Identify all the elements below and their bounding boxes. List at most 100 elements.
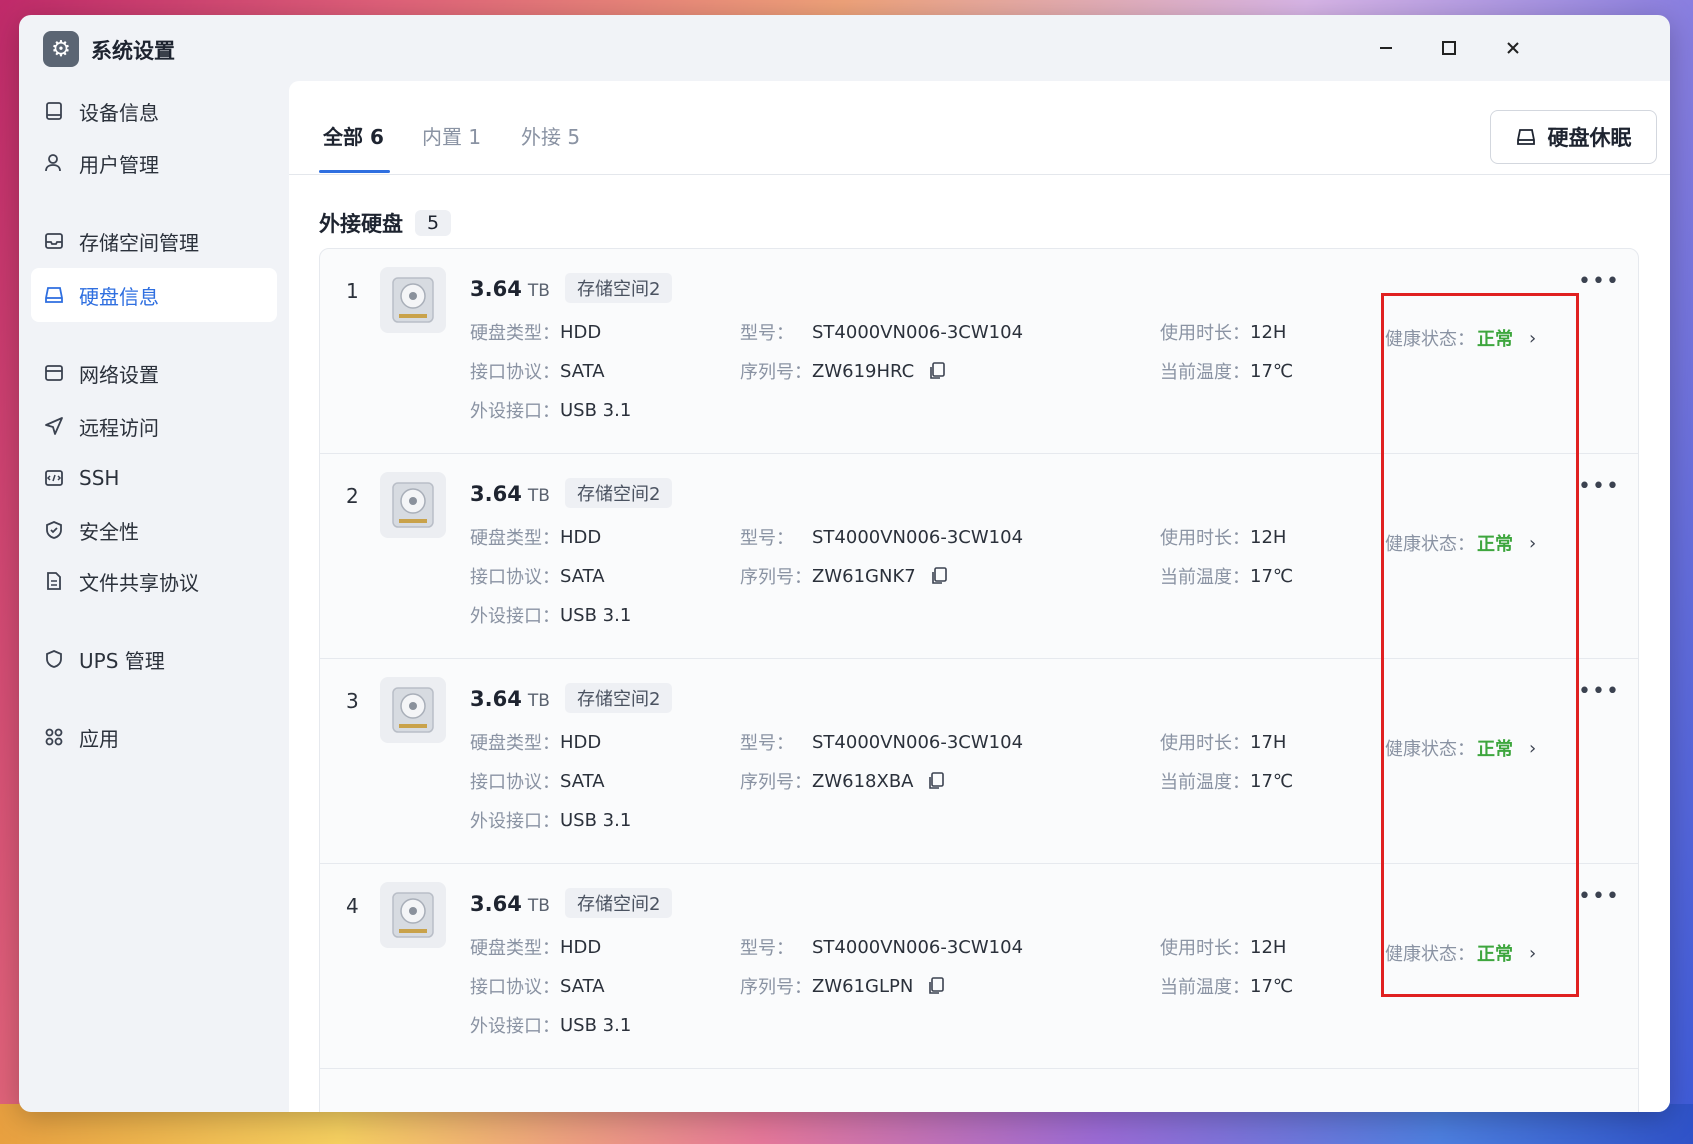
health-status[interactable]: 健康状态： 正常 ›: [1385, 530, 1536, 556]
settings-window: ⚙ 系统设置 设备信息 用户管理 存储空间管理 硬盘信息 网络设置 远程访问 S…: [19, 15, 1670, 1112]
sidebar-item-ups[interactable]: UPS 管理: [31, 632, 277, 686]
more-options-icon[interactable]: •••: [1578, 884, 1620, 909]
disk-list: 1 3.64 TB 存储空间2 硬盘类型： HDD 接口协议： SATA 外设接口： U…: [319, 248, 1639, 1112]
remote-icon: [43, 415, 65, 437]
sidebar-item-storage[interactable]: 存储空间管理: [31, 214, 277, 268]
more-options-icon[interactable]: •••: [1578, 474, 1620, 499]
disk-icon: [1516, 127, 1536, 147]
network-icon: [43, 362, 65, 384]
model-field: 型号： ST4000VN006-3CW104: [740, 731, 1024, 755]
sidebar-item-label: 网络设置: [79, 362, 159, 387]
sidebar-item-security[interactable]: 安全性: [31, 503, 277, 557]
external-port-field: 外设接口： USB 3.1: [470, 399, 632, 423]
health-status[interactable]: 健康状态： 正常 ›: [1385, 940, 1536, 966]
sidebar-item-label: 存储空间管理: [79, 230, 199, 255]
copy-icon[interactable]: [927, 771, 945, 791]
health-status[interactable]: 健康状态： 正常 ›: [1385, 325, 1536, 351]
model-field: 型号： ST4000VN006-3CW104: [740, 526, 1024, 550]
shield-icon: [43, 519, 65, 541]
temperature-field: 当前温度： 17℃: [1160, 360, 1294, 384]
tab-external[interactable]: 外接 5: [521, 121, 580, 150]
file-share-icon: [43, 570, 65, 592]
disk-icon: [43, 284, 65, 306]
external-port-field: 外设接口： USB 3.1: [470, 809, 632, 833]
disk-row: 2 3.64 TB 存储空间2 硬盘类型： HDD 接口协议： SATA 外设接口： U…: [320, 454, 1638, 659]
section-title: 外接硬盘: [319, 212, 403, 236]
title-bar: ⚙ 系统设置: [19, 15, 1670, 81]
tab-internal[interactable]: 内置 1: [422, 121, 481, 150]
interface-field: 接口协议： SATA: [470, 770, 605, 794]
disk-row: 3 3.64 TB 存储空间2 硬盘类型： HDD 接口协议： SATA 外设接口： U…: [320, 659, 1638, 864]
usage-field: 使用时长： 12H: [1160, 526, 1287, 550]
usage-field: 使用时长： 12H: [1160, 321, 1287, 345]
usage-field: 使用时长： 17H: [1160, 731, 1287, 755]
interface-field: 接口协议： SATA: [470, 360, 605, 384]
storage-pool-tag: 存储空间2: [565, 683, 673, 713]
sidebar-item-device-info[interactable]: 设备信息: [31, 84, 277, 138]
temperature-field: 当前温度： 17℃: [1160, 770, 1294, 794]
sidebar-item-label: 远程访问: [79, 415, 159, 440]
tab-all[interactable]: 全部 6: [323, 121, 384, 150]
copy-icon[interactable]: [928, 361, 946, 381]
health-status[interactable]: 健康状态： 正常 ›: [1385, 735, 1536, 761]
external-port-field: 外设接口： USB 3.1: [470, 604, 632, 628]
disk-type-field: 硬盘类型： HDD: [470, 526, 602, 550]
sidebar-item-network[interactable]: 网络设置: [31, 346, 277, 400]
temperature-field: 当前温度： 17℃: [1160, 565, 1294, 589]
serial-field: 序列号： ZW61GLPN: [740, 973, 945, 999]
storage-pool-tag: 存储空间2: [565, 888, 673, 918]
sidebar: 设备信息 用户管理 存储空间管理 硬盘信息 网络设置 远程访问 SSH 安全性: [19, 81, 289, 1112]
app-title: 系统设置: [91, 39, 175, 63]
disk-capacity: 3.64 TB: [470, 277, 550, 301]
user-icon: [43, 152, 65, 174]
temperature-field: 当前温度： 17℃: [1160, 975, 1294, 999]
active-tab-indicator: [319, 170, 390, 173]
sidebar-item-ssh[interactable]: SSH: [31, 451, 277, 505]
hard-disk-icon: [380, 677, 446, 743]
sidebar-item-label: SSH: [79, 466, 120, 490]
sidebar-item-disk-info[interactable]: 硬盘信息: [31, 268, 277, 322]
disk-sleep-button[interactable]: 硬盘休眠: [1490, 110, 1657, 164]
hard-disk-icon: [380, 472, 446, 538]
gear-icon: ⚙: [43, 31, 79, 67]
disk-index: 3: [346, 689, 359, 713]
minimize-button[interactable]: [1369, 33, 1403, 63]
hard-disk-icon: [380, 267, 446, 333]
more-options-icon[interactable]: •••: [1578, 679, 1620, 704]
disk-capacity: 3.64 TB: [470, 687, 550, 711]
serial-field: 序列号： ZW618XBA: [740, 768, 945, 794]
chevron-right-icon: ›: [1529, 737, 1537, 759]
serial-field: 序列号： ZW619HRC: [740, 358, 946, 384]
sidebar-item-label: 设备信息: [79, 100, 159, 125]
more-options-icon[interactable]: •••: [1578, 269, 1620, 294]
tab-bar: 全部 6 内置 1 外接 5 硬盘休眠: [289, 81, 1670, 175]
model-field: 型号： ST4000VN006-3CW104: [740, 936, 1024, 960]
close-button[interactable]: [1496, 33, 1530, 63]
chevron-right-icon: ›: [1529, 532, 1537, 554]
sidebar-item-label: 文件共享协议: [79, 570, 199, 595]
sidebar-item-user-management[interactable]: 用户管理: [31, 136, 277, 190]
sidebar-item-label: 硬盘信息: [79, 284, 159, 309]
maximize-button[interactable]: [1432, 33, 1466, 63]
hard-disk-icon: [380, 882, 446, 948]
section-header: 外接硬盘 5: [319, 208, 452, 238]
main-panel: 全部 6 内置 1 外接 5 硬盘休眠 外接硬盘 5 1 3.64 TB 存储空…: [289, 81, 1670, 1112]
count-badge: 5: [415, 210, 452, 236]
disk-row: 4 3.64 TB 存储空间2 硬盘类型： HDD 接口协议： SATA 外设接口： U…: [320, 864, 1638, 1069]
sidebar-item-remote-access[interactable]: 远程访问: [31, 399, 277, 453]
sidebar-item-label: 安全性: [79, 519, 139, 544]
disk-type-field: 硬盘类型： HDD: [470, 321, 602, 345]
chevron-right-icon: ›: [1529, 327, 1537, 349]
storage-icon: [43, 230, 65, 252]
sidebar-item-file-share[interactable]: 文件共享协议: [31, 554, 277, 608]
serial-field: 序列号： ZW61GNK7: [740, 563, 948, 589]
disk-type-field: 硬盘类型： HDD: [470, 936, 602, 960]
interface-field: 接口协议： SATA: [470, 565, 605, 589]
copy-icon[interactable]: [930, 566, 948, 586]
copy-icon[interactable]: [927, 976, 945, 996]
sidebar-item-label: 应用: [79, 726, 119, 751]
sidebar-item-apps[interactable]: 应用: [31, 710, 277, 764]
disk-index: 1: [346, 279, 359, 303]
storage-pool-tag: 存储空间2: [565, 273, 673, 303]
chevron-right-icon: ›: [1529, 942, 1537, 964]
